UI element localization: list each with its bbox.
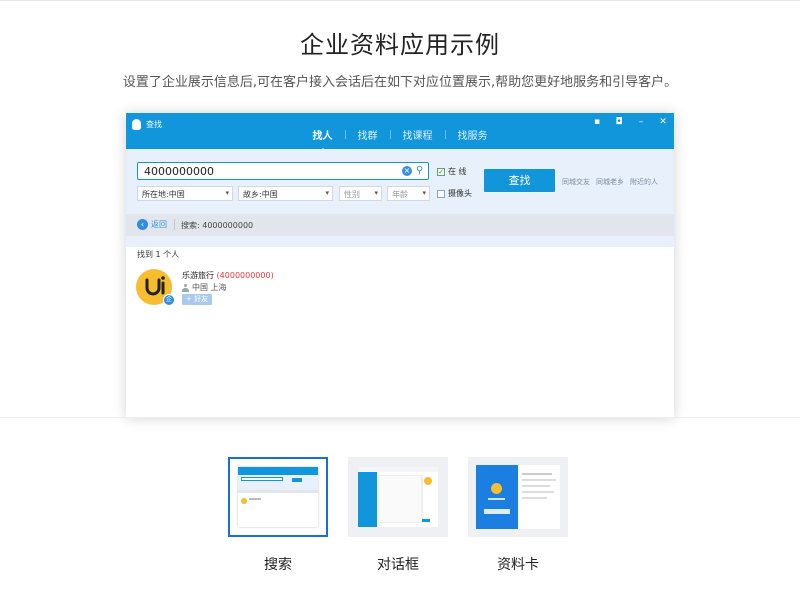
- camera-label: 摄像头: [448, 189, 472, 198]
- search-input[interactable]: 4000000000: [137, 162, 429, 180]
- chevron-down-icon: ▾: [325, 189, 329, 197]
- tab-find-services[interactable]: 找服务: [446, 127, 500, 142]
- location-pin-icon[interactable]: ⚲: [416, 165, 425, 177]
- result-name-text: 乐游旅行: [182, 271, 214, 280]
- thumbnail-label-dialog[interactable]: 对话框: [348, 554, 448, 574]
- online-checkbox[interactable]: ✓ 在 线: [437, 166, 467, 177]
- thumbnail-label-search[interactable]: 搜索: [228, 554, 328, 574]
- breadcrumb: ‹ 返回 搜索: 4000000000: [126, 214, 674, 236]
- tab-find-courses[interactable]: 找课程: [391, 127, 445, 142]
- result-id: (4000000000): [216, 271, 274, 280]
- thumbnail-profile-card[interactable]: [468, 457, 568, 537]
- thumbnail-search[interactable]: [228, 457, 328, 537]
- quick-link-same-city[interactable]: 同城交友: [562, 177, 590, 187]
- tab-find-groups[interactable]: 找群: [346, 127, 390, 142]
- skin-icon[interactable]: ◘: [614, 117, 624, 127]
- result-name[interactable]: 乐游旅行 (4000000000): [182, 270, 274, 281]
- window-controls: ▪ ◘ – ✕: [592, 117, 668, 127]
- hometown-select-value: 故乡:中国: [243, 190, 278, 199]
- age-select-value: 年龄: [392, 190, 408, 199]
- quick-link-nearby[interactable]: 附近的人: [630, 177, 658, 187]
- thumbnail-search-preview: [238, 467, 318, 527]
- window-title-bar: 查找 ▪ ◘ – ✕ 找人 找群 找课程 找服务: [126, 113, 674, 152]
- breadcrumb-divider: [174, 219, 175, 230]
- thumbnail-profile-preview: [476, 465, 560, 529]
- result-count: 找到 1 个人: [137, 250, 180, 259]
- result-location: 中国 上海: [182, 282, 227, 293]
- search-tabs: 找人 找群 找课程 找服务: [126, 127, 674, 152]
- add-friend-button[interactable]: + 好友: [182, 294, 213, 305]
- thumbnail-dialog-preview: [358, 467, 438, 527]
- location-select[interactable]: 所在地:中国 ▾: [137, 186, 233, 201]
- checkbox-box: [437, 189, 445, 198]
- section-divider: [0, 417, 800, 418]
- age-select[interactable]: 年龄 ▾: [387, 186, 430, 201]
- chevron-down-icon: ▾: [225, 189, 229, 197]
- back-arrow-icon: ‹: [137, 219, 148, 230]
- search-query-text: 搜索: 4000000000: [181, 221, 254, 230]
- gender-select[interactable]: 性别 ▾: [339, 186, 382, 201]
- clear-icon[interactable]: ×: [402, 166, 412, 176]
- back-button[interactable]: ‹ 返回: [137, 219, 167, 230]
- close-icon[interactable]: ✕: [658, 117, 668, 127]
- back-label: 返回: [151, 220, 167, 229]
- result-location-text: 中国 上海: [192, 283, 227, 292]
- gender-select-value: 性别: [344, 190, 360, 199]
- find-button[interactable]: 查找: [484, 169, 555, 192]
- quick-link-fellow-townsman[interactable]: 同城老乡: [596, 177, 624, 187]
- online-label: 在 线: [448, 167, 467, 176]
- chevron-down-icon: ▾: [374, 189, 378, 197]
- checkmark-icon: ✓: [437, 167, 445, 176]
- tab-find-people[interactable]: 找人: [301, 127, 345, 152]
- thumbnail-dialog[interactable]: [348, 457, 448, 537]
- person-icon: [182, 283, 189, 292]
- quick-links: 同城交友 同城老乡 附近的人: [562, 177, 658, 187]
- camera-checkbox[interactable]: 摄像头: [437, 188, 472, 199]
- page-title: 企业资料应用示例: [300, 31, 500, 59]
- enterprise-badge-icon: 企: [163, 294, 175, 306]
- page-subtitle: 设置了企业展示信息后,可在客户接入会话后在如下对应位置展示,帮助您更好地服务和引…: [122, 75, 678, 90]
- chevron-down-icon: ▾: [422, 189, 426, 197]
- hometown-select[interactable]: 故乡:中国 ▾: [238, 186, 333, 201]
- location-select-value: 所在地:中国: [142, 190, 185, 199]
- minimize-icon[interactable]: –: [636, 117, 646, 127]
- feedback-icon[interactable]: ▪: [592, 117, 602, 127]
- thumbnail-label-profile-card[interactable]: 资料卡: [468, 554, 568, 574]
- qq-find-window: 查找 ▪ ◘ – ✕ 找人 找群 找课程 找服务 4000000000 × ⚲ …: [126, 113, 674, 418]
